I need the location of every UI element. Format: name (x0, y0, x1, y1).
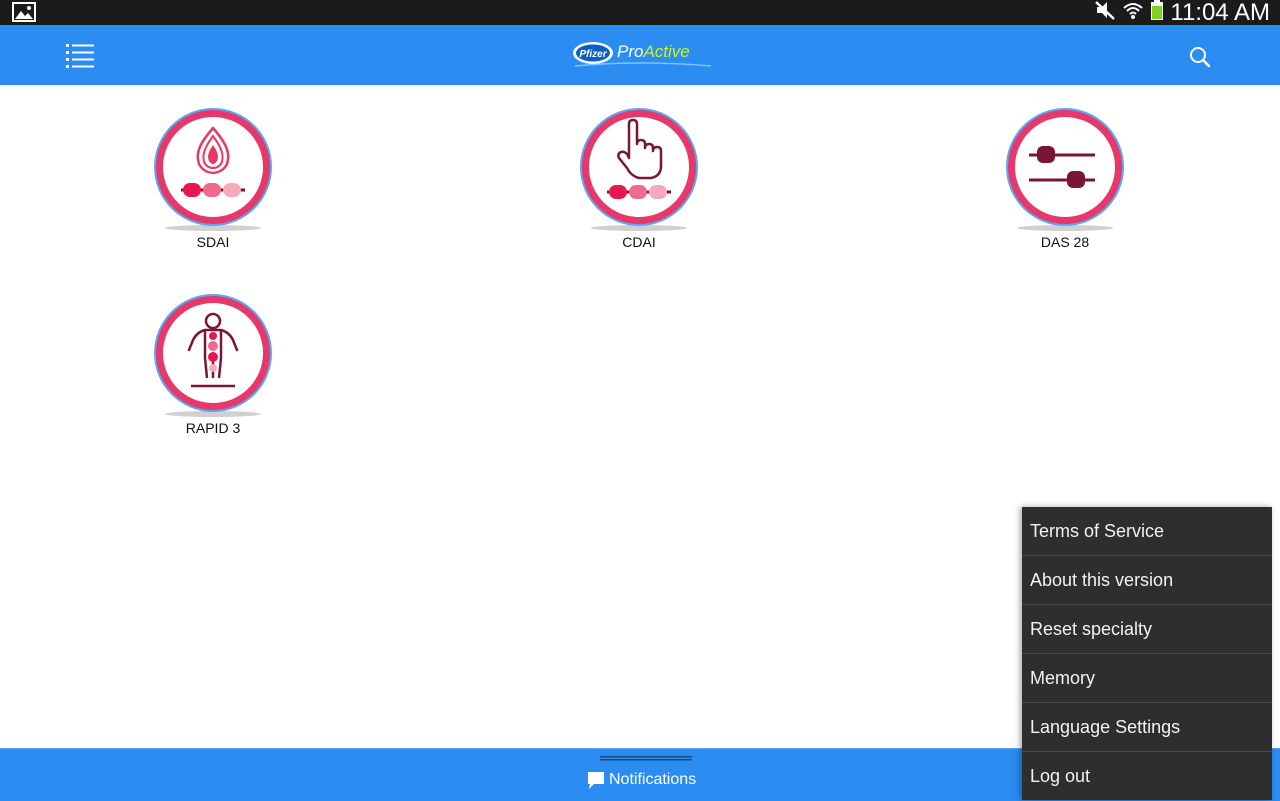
tile-label: CDAI (622, 234, 656, 250)
menu-item-about-this-version[interactable]: About this version (1022, 556, 1272, 605)
tile-cdai[interactable]: CDAI (559, 104, 719, 250)
menu-item-log-out[interactable]: Log out (1022, 752, 1272, 800)
app-bar: Pfizer ProActive (0, 25, 1280, 85)
sliders-icon (1006, 108, 1124, 231)
clock: 11:04 AM (1170, 0, 1270, 26)
tile-label: SDAI (196, 234, 230, 250)
battery-icon (1150, 0, 1164, 26)
search-icon[interactable] (1186, 43, 1214, 71)
app-logo: Pfizer ProActive (571, 37, 713, 77)
blood-drop-slider-icon (154, 108, 272, 231)
tile-label: DAS 28 (1040, 234, 1090, 250)
notifications-label: Notifications (609, 771, 697, 788)
svg-text:Pfizer: Pfizer (579, 49, 607, 60)
tile-label: RAPID 3 (185, 420, 241, 436)
wifi-icon (1122, 0, 1144, 25)
gallery-icon (12, 2, 36, 27)
menu-icon[interactable] (64, 41, 98, 69)
tile-das28[interactable]: DAS 28 (985, 104, 1145, 250)
status-bar: 11:04 AM (0, 0, 1280, 25)
menu-item-memory[interactable]: Memory (1022, 654, 1272, 703)
app-title: ProActive (617, 42, 690, 61)
overflow-menu: Terms of Service About this version Rese… (1022, 507, 1272, 800)
menu-item-reset-specialty[interactable]: Reset specialty (1022, 605, 1272, 654)
tile-rapid3[interactable]: RAPID 3 (133, 290, 293, 436)
notifications-button[interactable]: Notifications (586, 769, 696, 791)
tile-sdai[interactable]: SDAI (133, 104, 293, 250)
finger-touch-slider-icon (580, 108, 698, 231)
mute-icon (1094, 0, 1116, 25)
body-joints-icon (154, 294, 272, 417)
menu-item-language-settings[interactable]: Language Settings (1022, 703, 1272, 752)
drag-handle[interactable] (600, 756, 692, 761)
chat-bubble-icon (588, 772, 604, 789)
menu-item-terms-of-service[interactable]: Terms of Service (1022, 507, 1272, 556)
